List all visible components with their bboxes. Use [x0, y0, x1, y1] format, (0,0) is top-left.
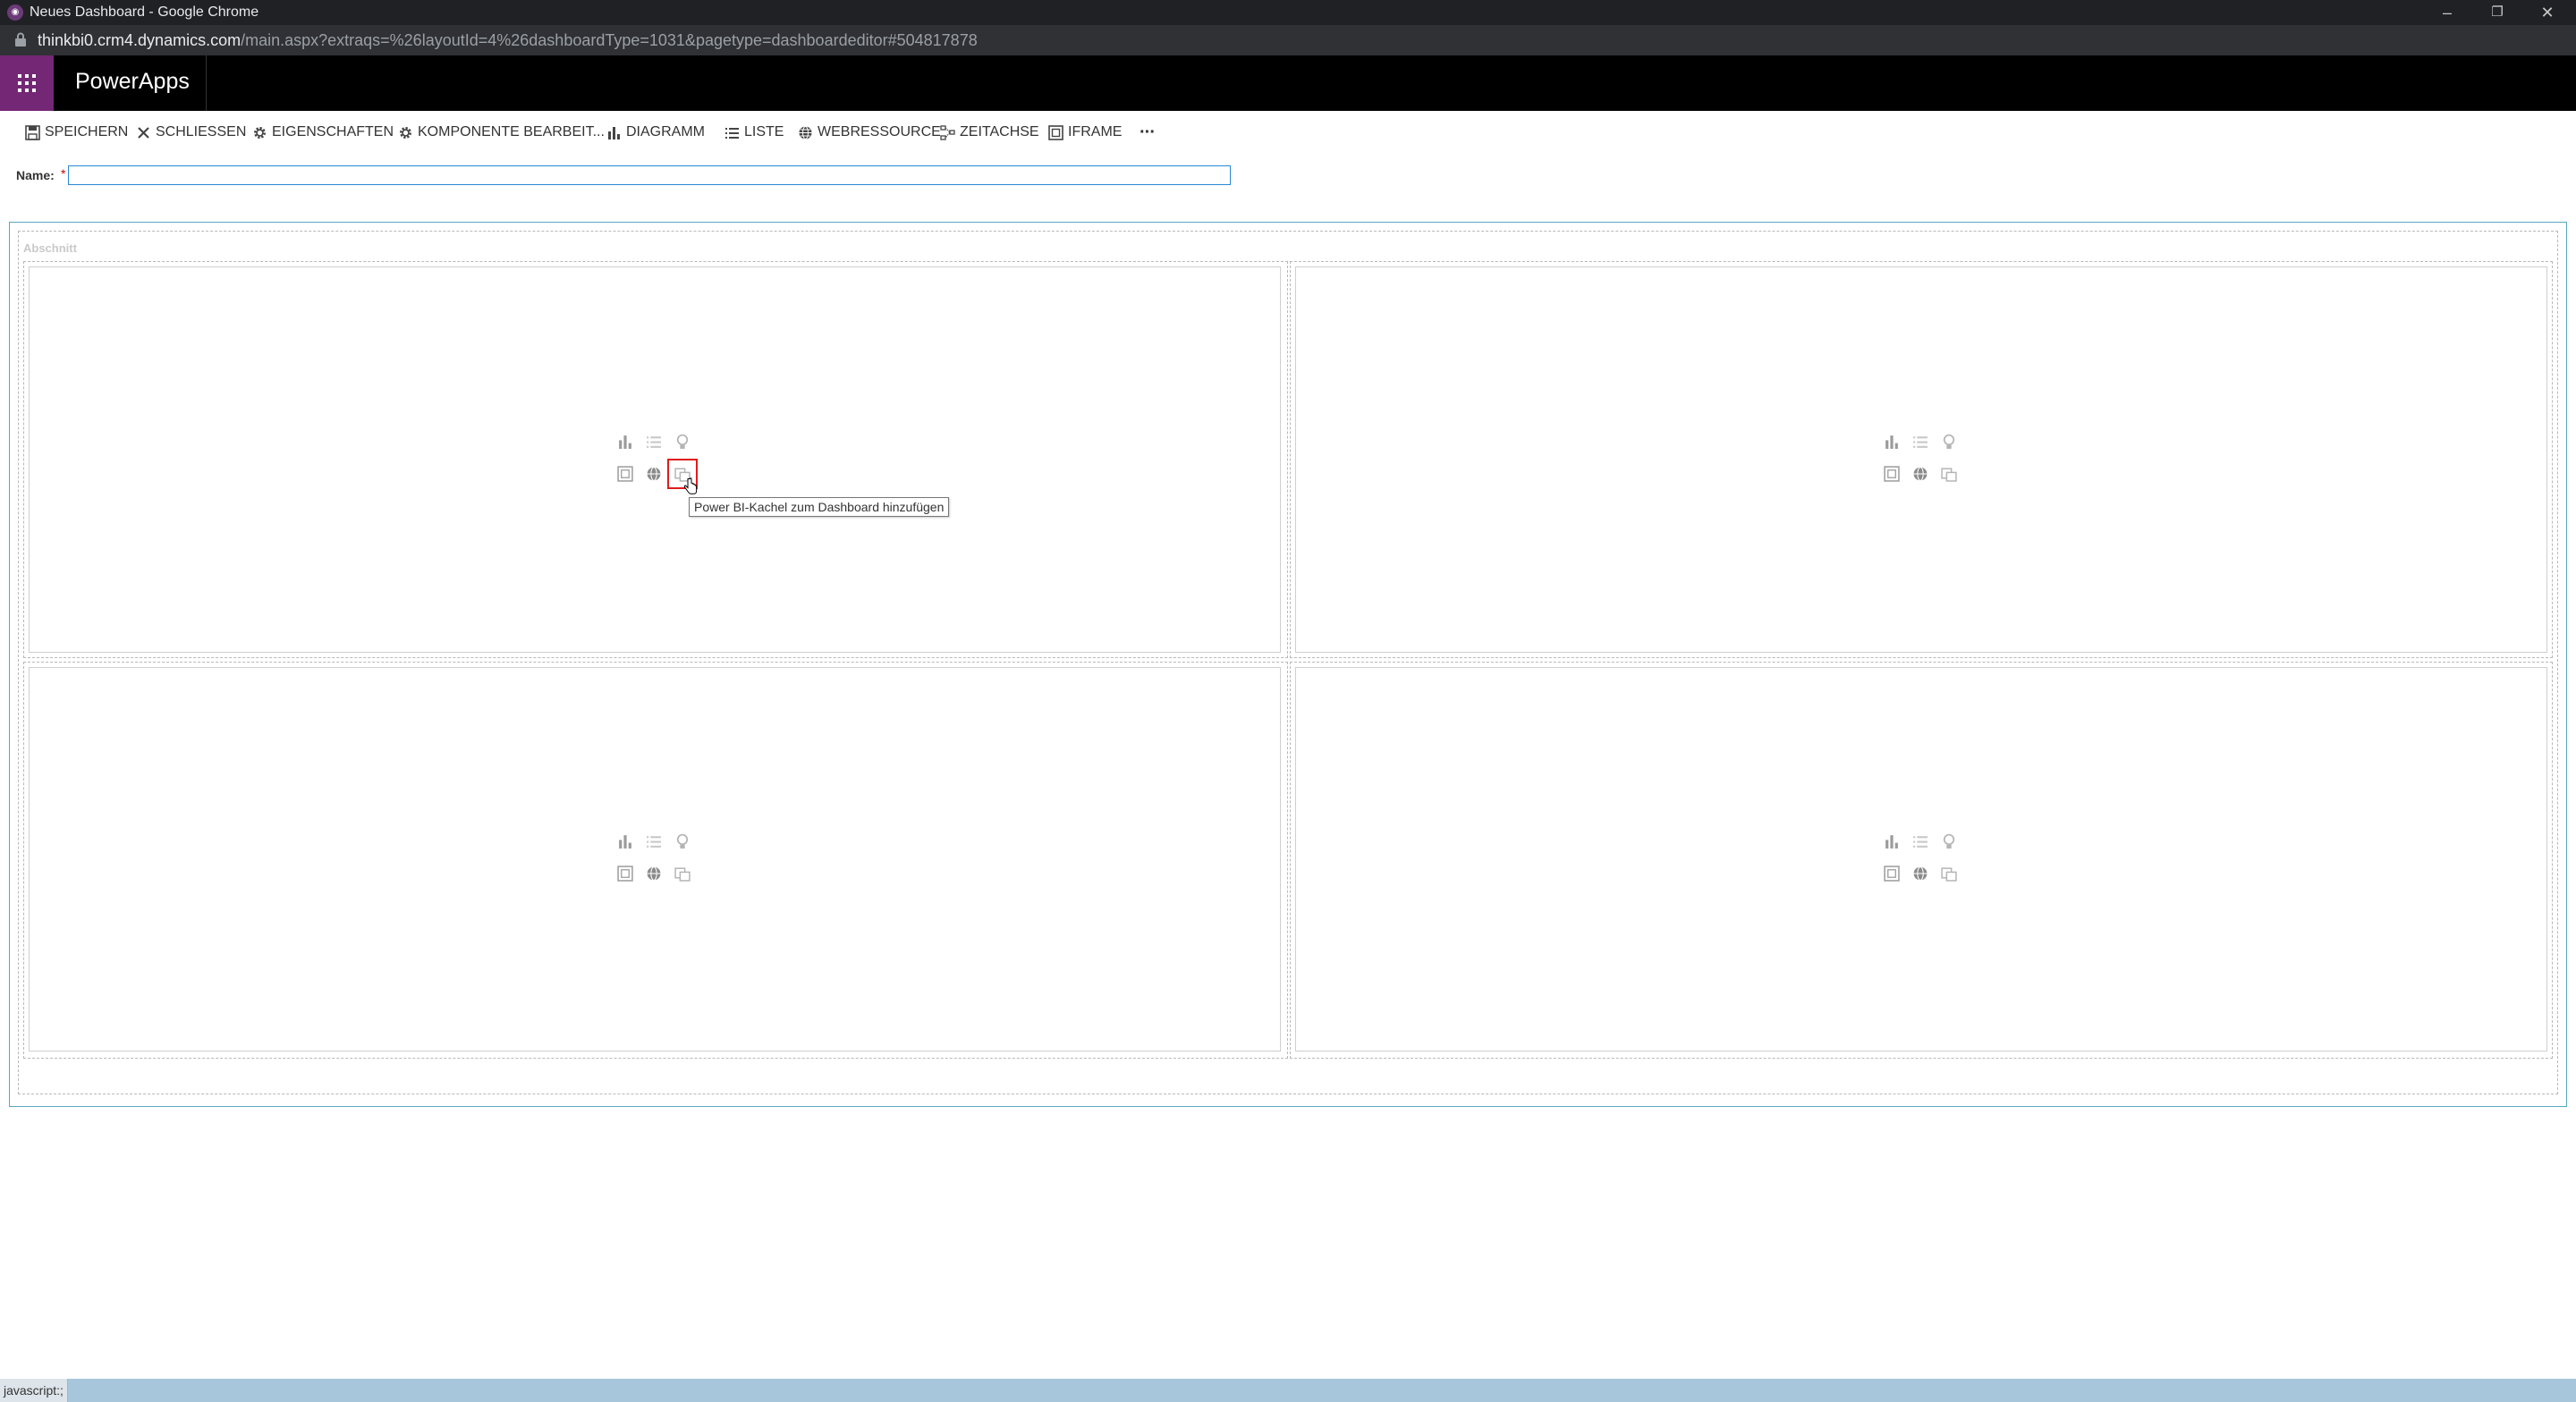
- cell-tools-bottom-right: [1882, 832, 1957, 885]
- nav-divider: [206, 55, 207, 111]
- edit-component-label: KOMPONENTE BEARBEIT...: [418, 124, 605, 139]
- cell-tools-bottom-left: [615, 832, 691, 885]
- powerapps-favicon-icon: ◉: [7, 4, 23, 21]
- add-list-icon[interactable]: [644, 832, 664, 851]
- add-web-resource-globe-icon[interactable]: [644, 464, 664, 484]
- timeline-button[interactable]: ZEITACHSE: [940, 122, 1039, 143]
- iframe-icon: [1048, 124, 1063, 140]
- close-button[interactable]: SCHLIESSEN: [136, 122, 246, 143]
- command-bar: SPEICHERN SCHLIESSEN EIGENSCHAFTEN KOMPO…: [0, 111, 2576, 154]
- waffle-icon: [18, 74, 36, 92]
- properties-label: EIGENSCHAFTEN: [272, 124, 394, 139]
- more-commands-button[interactable]: ···: [1140, 122, 1156, 143]
- properties-button[interactable]: EIGENSCHAFTEN: [252, 122, 394, 143]
- close-window-button[interactable]: ✕: [2522, 0, 2572, 25]
- close-label: SCHLIESSEN: [156, 124, 247, 139]
- list-button[interactable]: LISTE: [724, 122, 784, 143]
- app-nav-bar: PowerApps: [0, 55, 2576, 111]
- globe-icon: [799, 125, 812, 139]
- minimize-button[interactable]: –: [2422, 0, 2472, 25]
- list-icon: [725, 127, 739, 139]
- chart-icon: [608, 126, 620, 139]
- lock-icon: [15, 32, 26, 46]
- close-icon: [138, 126, 149, 139]
- browser-status-bar: javascript:;: [0, 1379, 2576, 1402]
- required-marker: *: [61, 166, 66, 181]
- gear-icon: [400, 126, 411, 139]
- app-launcher-button[interactable]: [0, 55, 54, 111]
- add-web-resource-globe-icon[interactable]: [1911, 864, 1930, 883]
- app-name[interactable]: PowerApps: [75, 69, 190, 95]
- name-label: Name:: [16, 168, 55, 182]
- add-list-icon[interactable]: [1911, 432, 1930, 452]
- iframe-label: IFRAME: [1068, 124, 1123, 139]
- add-iframe-icon[interactable]: [1882, 464, 1902, 484]
- add-chart-icon[interactable]: [615, 432, 635, 452]
- powerbi-tooltip: Power BI-Kachel zum Dashboard hinzufügen: [689, 497, 950, 517]
- url-host: thinkbi0.crm4.dynamics.com: [38, 31, 242, 49]
- add-assistant-lightbulb-icon[interactable]: [1939, 832, 1959, 851]
- web-resource-label: WEBRESSOURCE: [818, 124, 941, 139]
- save-button[interactable]: SPEICHERN: [25, 122, 128, 143]
- iframe-button[interactable]: IFRAME: [1048, 122, 1122, 143]
- add-list-icon[interactable]: [644, 432, 664, 452]
- add-assistant-lightbulb-icon[interactable]: [1939, 432, 1959, 452]
- gear-icon: [254, 126, 266, 139]
- list-label: LISTE: [744, 124, 784, 139]
- add-web-resource-globe-icon[interactable]: [1911, 464, 1930, 484]
- edit-component-button[interactable]: KOMPONENTE BEARBEIT...: [398, 122, 605, 143]
- add-chart-icon[interactable]: [1882, 432, 1902, 452]
- add-powerbi-tile-icon[interactable]: [673, 864, 692, 883]
- add-list-icon[interactable]: [1911, 832, 1930, 851]
- add-chart-icon[interactable]: [1882, 832, 1902, 851]
- add-assistant-lightbulb-icon[interactable]: [673, 432, 692, 452]
- chart-label: DIAGRAMM: [626, 124, 705, 139]
- browser-title-bar: ◉ Neues Dashboard - Google Chrome – ❐ ✕: [0, 0, 2576, 25]
- address-bar[interactable]: thinkbi0.crm4.dynamics.com/main.aspx?ext…: [0, 25, 2576, 55]
- add-iframe-icon[interactable]: [615, 864, 635, 883]
- cell-tools-top-right: [1882, 432, 1957, 486]
- add-powerbi-tile-icon[interactable]: [1939, 864, 1959, 883]
- add-assistant-lightbulb-icon[interactable]: [673, 832, 692, 851]
- dashboard-name-input[interactable]: [68, 165, 1231, 185]
- add-chart-icon[interactable]: [615, 832, 635, 851]
- window-title: Neues Dashboard - Google Chrome: [30, 4, 259, 20]
- url-path: /main.aspx?extraqs=%26layoutId=4%26dashb…: [241, 31, 978, 49]
- timeline-label: ZEITACHSE: [960, 124, 1039, 139]
- add-powerbi-tile-icon[interactable]: [1939, 464, 1959, 484]
- cell-tools-top-left: [615, 432, 698, 489]
- section-label: Abschnitt: [23, 241, 77, 255]
- save-icon: [25, 124, 40, 140]
- add-iframe-icon[interactable]: [615, 464, 635, 484]
- hand-cursor-icon: [683, 477, 698, 494]
- add-web-resource-globe-icon[interactable]: [644, 864, 664, 883]
- timeline-icon: [940, 124, 955, 140]
- web-resource-button[interactable]: WEBRESSOURCE: [798, 122, 941, 143]
- restore-button[interactable]: ❐: [2472, 0, 2522, 25]
- status-text: javascript:;: [0, 1379, 68, 1402]
- url-text[interactable]: thinkbi0.crm4.dynamics.com/main.aspx?ext…: [38, 31, 978, 50]
- save-label: SPEICHERN: [45, 124, 129, 139]
- add-iframe-icon[interactable]: [1882, 864, 1902, 883]
- chart-button[interactable]: DIAGRAMM: [606, 122, 705, 143]
